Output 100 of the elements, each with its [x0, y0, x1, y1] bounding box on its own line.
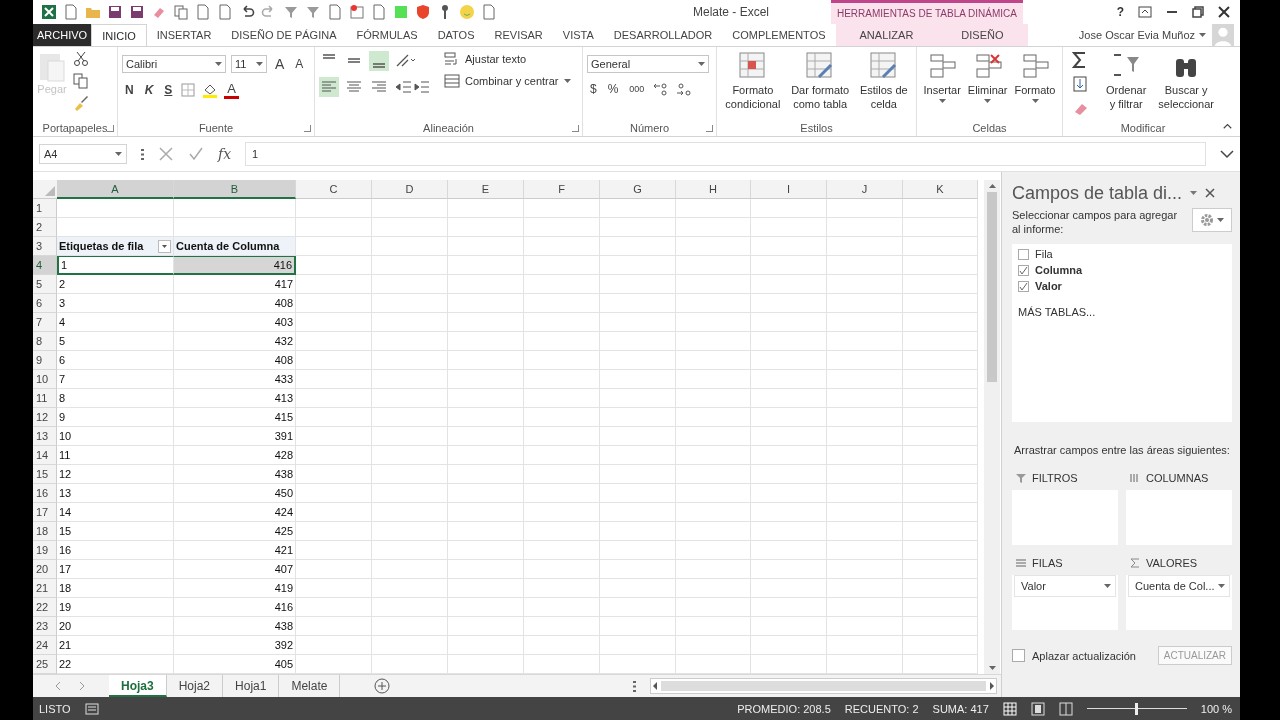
thousands-button[interactable]: 000 [626, 84, 648, 94]
decrease-decimal-icon[interactable] [675, 81, 694, 97]
row-header[interactable]: 10 [33, 370, 57, 389]
macro-record-icon[interactable] [84, 702, 99, 715]
vertical-scrollbar[interactable] [984, 180, 1000, 674]
collapse-ribbon-icon[interactable] [1223, 122, 1232, 130]
ribbon-tab[interactable]: DISEÑO [937, 24, 1028, 46]
column-header[interactable]: B [174, 180, 296, 199]
row-header[interactable]: 23 [33, 617, 57, 636]
document-icon[interactable] [327, 4, 343, 20]
row-header[interactable]: 20 [33, 560, 57, 579]
document-icon[interactable] [481, 4, 497, 20]
number-format-dropdown[interactable]: General [587, 55, 709, 73]
ribbon-button-label[interactable]: Dar formato como tabla [791, 83, 850, 111]
horizontal-align-icon[interactable] [319, 77, 339, 97]
ribbon-display-icon[interactable] [1138, 6, 1152, 18]
checkbox[interactable] [1018, 264, 1029, 276]
brush-icon[interactable] [73, 95, 89, 111]
ribbon-tab[interactable]: REVISAR [484, 24, 553, 46]
row-header[interactable]: 5 [33, 275, 57, 294]
insert-function-button[interactable]: fx [218, 146, 232, 162]
document-icon[interactable] [217, 4, 233, 20]
shield-icon[interactable] [415, 4, 431, 20]
bold-button[interactable]: N [122, 83, 137, 97]
zoom-level[interactable]: 100 % [1200, 702, 1232, 715]
ribbon-button-label[interactable]: Formato condicional [725, 83, 781, 111]
settings-button[interactable] [1192, 208, 1232, 232]
row-header[interactable]: 17 [33, 503, 57, 522]
page-break-icon[interactable] [1058, 701, 1073, 716]
column-header[interactable]: A [57, 180, 174, 199]
wrap-text-button[interactable]: Ajustar texto [465, 53, 527, 65]
checkbox[interactable] [1018, 280, 1029, 292]
wrap-text-icon[interactable] [444, 51, 460, 67]
column-header[interactable]: K [903, 180, 978, 199]
checkbox[interactable] [1012, 649, 1025, 662]
scrollbar-thumb[interactable] [987, 192, 997, 382]
ribbon-tab[interactable]: FÓRMULAS [346, 24, 428, 46]
ribbon-tab[interactable]: VISTA [552, 24, 604, 46]
merge-center-icon[interactable] [444, 73, 460, 89]
pane-options-icon[interactable] [1190, 191, 1198, 195]
column-header[interactable]: H [676, 180, 751, 199]
row-header[interactable]: 15 [33, 465, 57, 484]
row-header[interactable]: 2 [33, 218, 57, 237]
percent-button[interactable]: % [604, 82, 622, 96]
horizontal-scrollbar[interactable] [650, 678, 997, 694]
ribbon-tab[interactable]: DESARROLLADOR [603, 24, 723, 46]
column-header[interactable]: E [448, 180, 524, 199]
page-layout-icon[interactable] [1030, 701, 1045, 716]
row-header[interactable]: 25 [33, 655, 57, 674]
user-name[interactable]: Jose Oscar Evia Muñoz [1074, 29, 1199, 41]
ribbon-tab[interactable]: ANALIZAR [835, 24, 938, 46]
font-color-button[interactable]: A [224, 81, 240, 99]
document-icon[interactable] [63, 4, 79, 20]
row-header[interactable]: 13 [33, 427, 57, 446]
font-family-dropdown[interactable]: Calibri [122, 55, 226, 73]
row-header[interactable]: 16 [33, 484, 57, 503]
scissors-icon[interactable] [73, 51, 89, 67]
merge-center-button[interactable]: Combinar y centrar [465, 75, 559, 87]
close-icon[interactable] [1218, 6, 1230, 18]
check-icon[interactable] [188, 146, 204, 162]
more-tables-link[interactable]: MÁS TABLAS... [1018, 306, 1226, 318]
row-header[interactable]: 12 [33, 408, 57, 427]
ribbon-button-label[interactable]: Ordenar y filtrar [1106, 83, 1147, 111]
dialog-launcher-icon[interactable] [304, 125, 311, 132]
font-size-dropdown[interactable]: 11 [231, 55, 267, 73]
filter-icon[interactable] [283, 4, 299, 20]
row-header[interactable]: 4 [33, 256, 57, 275]
fill-color-icon[interactable] [201, 82, 220, 98]
calendar-icon[interactable] [349, 4, 365, 20]
row-header[interactable]: 24 [33, 636, 57, 655]
previous-sheet-icon[interactable] [53, 681, 63, 691]
ribbon-tab[interactable]: INSERTAR [146, 24, 222, 46]
filter-dropdown-icon[interactable] [158, 239, 171, 253]
underline-button[interactable]: S [161, 83, 176, 97]
field-chip[interactable]: Cuenta de Col... [1128, 575, 1230, 597]
shrink-font-button[interactable]: A [292, 57, 307, 71]
restore-icon[interactable] [1192, 6, 1204, 18]
document-icon[interactable] [195, 4, 211, 20]
filter-icon[interactable] [305, 4, 321, 20]
ribbon-button-label[interactable]: Insertar [923, 83, 961, 97]
dialog-launcher-icon[interactable] [107, 125, 114, 132]
ribbon-tab[interactable]: ARCHIVO [33, 24, 92, 46]
name-box[interactable]: A4 [39, 144, 127, 164]
field-label[interactable]: Valor [1035, 280, 1062, 292]
column-header[interactable]: F [524, 180, 600, 199]
sheet-tab[interactable]: Hoja3 [109, 675, 167, 697]
row-header[interactable]: 3 [33, 237, 57, 256]
dialog-launcher-icon[interactable] [706, 125, 713, 132]
ribbon-button-label[interactable]: Estilos de celda [859, 83, 908, 111]
copy-icon[interactable] [73, 73, 89, 89]
row-header[interactable]: 9 [33, 351, 57, 370]
row-header[interactable]: 1 [33, 199, 57, 218]
column-header[interactable]: D [372, 180, 448, 199]
ribbon-button-label[interactable]: Eliminar [967, 83, 1008, 97]
next-sheet-icon[interactable] [77, 681, 87, 691]
cancel-icon[interactable] [158, 146, 174, 162]
help-button[interactable]: ? [1116, 5, 1124, 19]
row-header[interactable]: 8 [33, 332, 57, 351]
column-header[interactable]: C [296, 180, 372, 199]
zoom-slider-thumb[interactable] [1135, 702, 1139, 715]
